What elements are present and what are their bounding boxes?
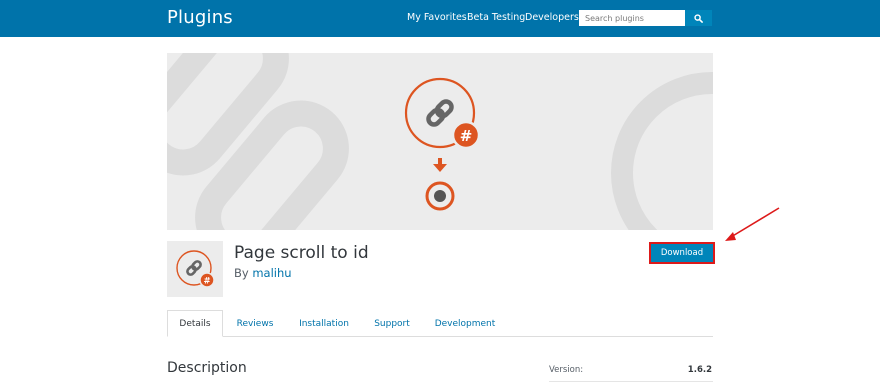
plugin-title: Page scroll to id: [234, 243, 369, 263]
version-value: 1.6.2: [687, 365, 712, 375]
tab-installation[interactable]: Installation: [292, 310, 356, 337]
link-icon: [186, 260, 202, 276]
site-title[interactable]: Plugins: [167, 7, 233, 28]
meta-divider: [549, 381, 713, 382]
search-icon: [694, 13, 703, 23]
nav-my-favorites[interactable]: My Favorites: [407, 12, 467, 23]
svg-text:#: #: [460, 127, 473, 145]
plugin-icon: #: [167, 241, 223, 297]
nav-developers[interactable]: Developers: [525, 12, 579, 23]
tab-details[interactable]: Details: [167, 310, 223, 337]
search-button[interactable]: [685, 10, 712, 26]
version-label: Version:: [549, 365, 584, 375]
author-prefix: By: [234, 266, 249, 280]
chain-decoration-icon: [167, 53, 349, 230]
plugin-author: By malihu: [234, 266, 292, 280]
svg-text:#: #: [203, 277, 210, 287]
tab-support[interactable]: Support: [366, 310, 418, 337]
tab-development[interactable]: Development: [430, 310, 500, 337]
search-input[interactable]: [579, 10, 685, 26]
author-link[interactable]: malihu: [252, 266, 291, 280]
nav-beta-testing[interactable]: Beta Testing: [467, 12, 525, 23]
plugin-banner: #: [167, 53, 713, 230]
tab-reviews[interactable]: Reviews: [228, 310, 282, 337]
description-heading: Description: [167, 360, 247, 376]
banner-artwork: #: [167, 53, 713, 230]
red-arrow-icon: [725, 207, 780, 241]
site-header: Plugins My Favorites Beta Testing Develo…: [0, 0, 880, 37]
arrow-down-icon: [433, 158, 447, 172]
target-icon: [425, 181, 455, 211]
link-icon: [426, 99, 454, 127]
